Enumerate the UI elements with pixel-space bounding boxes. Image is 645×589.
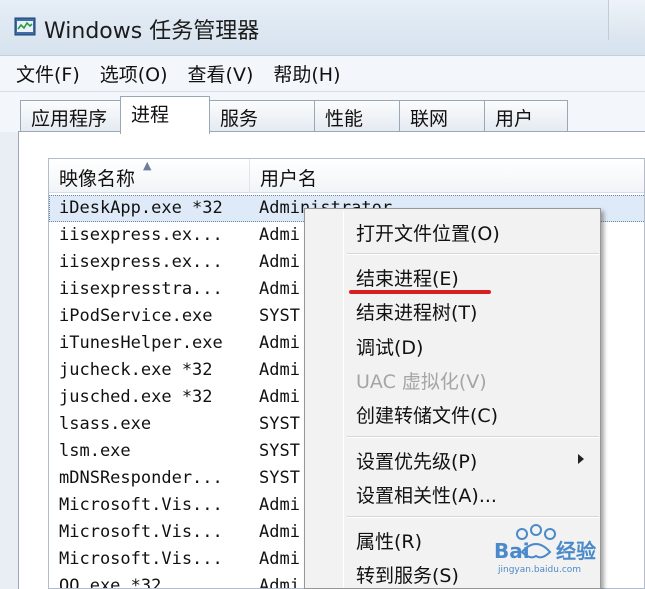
svg-text:经验: 经验 — [556, 539, 596, 563]
image-name-cell: jusched.exe *32 — [59, 387, 213, 407]
image-name-cell: lsm.exe — [59, 441, 131, 461]
image-name-cell: iisexpresstra... — [59, 279, 223, 299]
list-header: 映像名称 ▲ 用户名 — [49, 159, 644, 193]
user-name-cell: Admi — [259, 279, 300, 299]
menu-item-set-affinity[interactable]: 设置相关性(A)... — [356, 481, 497, 508]
user-name-cell: Admi — [259, 495, 300, 515]
window-control-button[interactable] — [608, 0, 645, 40]
tab-applications[interactable]: 应用程序 — [20, 100, 121, 132]
image-name-cell: iDeskApp.exe *32 — [59, 198, 223, 218]
image-name-cell: iisexpress.ex... — [59, 225, 223, 245]
tab-networking[interactable]: 联网 — [399, 100, 485, 132]
task-manager-icon — [14, 17, 36, 36]
user-name-cell: Admi — [259, 549, 300, 569]
image-name-cell: QQ.exe *32 — [59, 576, 162, 589]
column-header-image-name[interactable]: 映像名称 ▲ — [49, 159, 250, 193]
user-name-cell: Admi — [259, 576, 300, 589]
image-name-cell: Microsoft.Vis... — [59, 495, 223, 515]
menu-item-go-to-service[interactable]: 转到服务(S) — [356, 561, 459, 588]
submenu-arrow-icon — [578, 454, 584, 464]
baidu-watermark-logo: Bai 经验 jingyan.baidu.com — [494, 524, 596, 575]
column-header-label: 用户名 — [260, 168, 318, 190]
menu-item-set-priority[interactable]: 设置优先级(P) — [356, 447, 477, 474]
menu-item-create-dump-file[interactable]: 创建转储文件(C) — [356, 401, 498, 428]
user-name-cell: Admi — [259, 387, 300, 407]
tab-services[interactable]: 服务 — [209, 100, 315, 132]
menu-icon-gutter — [343, 211, 344, 588]
menu-options[interactable]: 选项(O) — [100, 60, 168, 87]
menu-item-properties[interactable]: 属性(R) — [356, 527, 422, 554]
tab-performance[interactable]: 性能 — [314, 100, 400, 132]
svg-text:jingyan.baidu.com: jingyan.baidu.com — [497, 565, 581, 575]
menu-item-end-process[interactable]: 结束进程(E) — [356, 264, 459, 291]
user-name-cell: SYST — [259, 441, 300, 461]
menu-item-open-file-location[interactable]: 打开文件位置(O) — [356, 219, 500, 246]
user-name-cell: SYST — [259, 414, 300, 434]
user-name-cell: Admi — [259, 360, 300, 380]
title-bar: Windows 任务管理器 — [0, 0, 645, 56]
menu-help[interactable]: 帮助(H) — [273, 60, 340, 87]
user-name-cell: Admi — [259, 225, 300, 245]
menu-item-debug[interactable]: 调试(D) — [356, 333, 423, 360]
menu-item-end-process-tree[interactable]: 结束进程树(T) — [356, 298, 477, 325]
tab-users[interactable]: 用户 — [484, 100, 568, 132]
sort-ascending-icon: ▲ — [143, 159, 152, 172]
image-name-cell: iisexpress.ex... — [59, 252, 223, 272]
red-underline-annotation — [349, 290, 491, 294]
window-title: Windows 任务管理器 — [44, 19, 260, 44]
user-name-cell: SYST — [259, 306, 300, 326]
image-name-cell: iTunesHelper.exe — [59, 333, 223, 353]
svg-text:Bai: Bai — [494, 539, 530, 563]
menu-view[interactable]: 查看(V) — [188, 60, 254, 87]
user-name-cell: Admi — [259, 252, 300, 272]
column-header-user-name[interactable]: 用户名 — [250, 159, 644, 193]
menu-item-uac-virtualization: UAC 虚拟化(V) — [356, 371, 487, 393]
menu-file[interactable]: 文件(F) — [16, 60, 80, 87]
image-name-cell: lsass.exe — [59, 414, 152, 434]
menu-separator — [347, 436, 599, 438]
image-name-cell: iPodService.exe — [59, 306, 213, 326]
menu-separator — [347, 253, 599, 255]
column-header-label: 映像名称 — [59, 168, 136, 190]
image-name-cell: jucheck.exe *32 — [59, 360, 213, 380]
image-name-cell: mDNSResponder... — [59, 468, 223, 488]
image-name-cell: Microsoft.Vis... — [59, 522, 223, 542]
menu-bar: 文件(F) 选项(O) 查看(V) 帮助(H) — [0, 56, 645, 92]
user-name-cell: Admi — [259, 522, 300, 542]
user-name-cell: Admi — [259, 333, 300, 353]
image-name-cell: Microsoft.Vis... — [59, 549, 223, 569]
tab-processes[interactable]: 进程 — [120, 96, 210, 134]
user-name-cell: SYST — [259, 468, 300, 488]
